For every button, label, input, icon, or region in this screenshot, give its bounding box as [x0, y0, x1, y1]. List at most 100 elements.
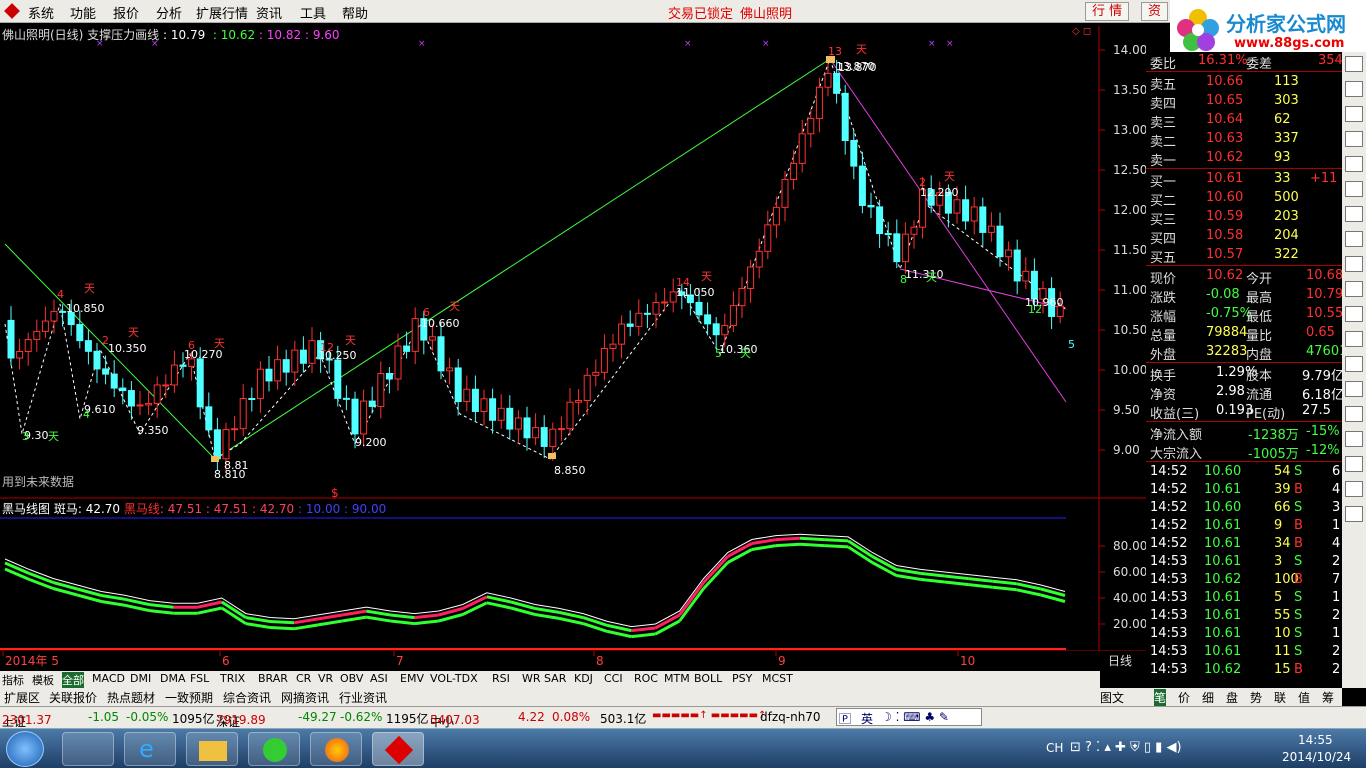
- rsi2-icon[interactable]: [1345, 381, 1363, 397]
- start-button[interactable]: [6, 731, 44, 767]
- menu-ext-quote[interactable]: 扩展行情: [196, 3, 248, 22]
- zoom-plus-button[interactable]: +: [1104, 672, 1113, 685]
- ext-tab[interactable]: 一致预期: [165, 689, 213, 706]
- chart-icon[interactable]: [1345, 181, 1363, 197]
- indicator-tab-psy[interactable]: PSY: [732, 672, 752, 685]
- quote-cell: B: [1294, 518, 1303, 533]
- panel-tab[interactable]: 盘: [1226, 689, 1238, 706]
- panel-tab[interactable]: 细: [1202, 689, 1214, 706]
- indicator-tab-emv[interactable]: EMV: [400, 672, 424, 685]
- candle-body: [815, 86, 823, 120]
- menu-help[interactable]: 帮助: [342, 3, 368, 22]
- indicator-tab-fsl[interactable]: FSL: [190, 672, 209, 685]
- r-icon[interactable]: [1345, 431, 1363, 447]
- panel-tab[interactable]: 筹: [1322, 689, 1334, 706]
- indicator-tab-brar[interactable]: BRAR: [258, 672, 288, 685]
- candle-body: [480, 398, 488, 412]
- mail-icon[interactable]: [1345, 406, 1363, 422]
- indicator-tab-cci[interactable]: CCI: [604, 672, 623, 685]
- indicator-tab-asi[interactable]: ASI: [370, 672, 388, 685]
- indicator-tab-boll[interactable]: BOLL: [694, 672, 722, 685]
- ie-icon[interactable]: e: [124, 732, 176, 766]
- indicator-tab-vr[interactable]: VR: [318, 672, 333, 685]
- ext-tab[interactable]: 综合资讯: [223, 689, 271, 706]
- f10-icon[interactable]: [1345, 306, 1363, 322]
- indicator-tab-roc[interactable]: ROC: [634, 672, 658, 685]
- indicator-tab-dma[interactable]: DMA: [160, 672, 186, 685]
- chart-options-icon[interactable]: ◇ ◻: [1072, 26, 1091, 37]
- rsi-icon[interactable]: [1345, 156, 1363, 172]
- tray-icons[interactable]: ⊡ ? ⁚ ▴ ✚ ⛨ ▯ ▮ ◀): [1070, 740, 1182, 755]
- panel-tab[interactable]: 价: [1178, 689, 1190, 706]
- scroll-up-icon[interactable]: [1345, 56, 1363, 72]
- clock-date[interactable]: 2014/10/24: [1282, 750, 1351, 764]
- indicator-tab-全部[interactable]: 全部: [62, 672, 84, 688]
- ext-tab[interactable]: 网摘资讯: [281, 689, 329, 706]
- taskbar-app-icon[interactable]: [62, 732, 114, 766]
- menu-tools[interactable]: 工具: [300, 3, 326, 22]
- ime-bar[interactable]: 英 🄿 ☽ ⁚ ⌨ ♣ ✎: [836, 708, 982, 726]
- tick-row: 14:52 10.61 9 B 1: [1146, 517, 1342, 536]
- indicator-tab-模板[interactable]: 模板: [32, 672, 54, 688]
- ext-tab[interactable]: 关联报价: [49, 689, 97, 706]
- indicator-tab-cr[interactable]: CR: [296, 672, 311, 685]
- hand-icon[interactable]: [1345, 256, 1363, 272]
- panel-tab[interactable]: 值: [1298, 689, 1310, 706]
- panel-tab[interactable]: 势: [1250, 689, 1262, 706]
- ext-tab[interactable]: 扩展区: [4, 689, 40, 706]
- kline-chart-area[interactable]: 14.00 13.50 13.00 12.50 12.00 11.50 11.00 10.50…: [0, 24, 1147, 684]
- indicator-tab-trix[interactable]: TRIX: [220, 672, 245, 685]
- menu-news[interactable]: 资讯: [256, 3, 282, 22]
- indicator-tab-macd[interactable]: MACD: [92, 672, 125, 685]
- lang-indicator[interactable]: CH: [1046, 741, 1063, 755]
- indicator-tab-kdj[interactable]: KDJ: [574, 672, 593, 685]
- menu-quote[interactable]: 报价: [113, 3, 139, 22]
- count-label: 8: [900, 273, 907, 286]
- firefox-icon[interactable]: [310, 732, 362, 766]
- zoom-icon[interactable]: [1345, 481, 1363, 497]
- a-icon[interactable]: [1345, 281, 1363, 297]
- page-icon[interactable]: [1345, 131, 1363, 147]
- count-label: 天: [856, 43, 867, 56]
- info-button[interactable]: 资: [1141, 2, 1169, 21]
- indicator-tab-sar[interactable]: SAR: [544, 672, 566, 685]
- clock-time[interactable]: 14:55: [1298, 733, 1333, 747]
- folder-icon[interactable]: [186, 732, 238, 766]
- menu-analysis[interactable]: 分析: [156, 3, 182, 22]
- zoom-minus-button[interactable]: -: [1121, 672, 1125, 685]
- scroll-down-icon[interactable]: [1345, 506, 1363, 522]
- list-icon[interactable]: [1345, 81, 1363, 97]
- indicator-tab-mcst[interactable]: MCST: [762, 672, 793, 685]
- doc-icon[interactable]: [1345, 106, 1363, 122]
- ext-tab[interactable]: 行业资讯: [339, 689, 387, 706]
- indicator-tab-rsi[interactable]: RSI: [492, 672, 510, 685]
- indicator-tab-vol-tdx[interactable]: VOL-TDX: [430, 672, 478, 685]
- grid-icon[interactable]: [1345, 206, 1363, 222]
- indicator-tab-wr[interactable]: WR: [522, 672, 541, 685]
- quote-cell: S: [1294, 464, 1303, 479]
- move-icon[interactable]: [1345, 456, 1363, 472]
- indicator-tab-obv[interactable]: OBV: [340, 672, 363, 685]
- ext-tab[interactable]: 热点题材: [107, 689, 155, 706]
- price-tick-label: 9.50: [1113, 403, 1140, 417]
- phone-icon[interactable]: [1345, 356, 1363, 372]
- quote-cell: 10.60: [1206, 190, 1244, 205]
- indicator-tab-指标[interactable]: 指标: [2, 672, 24, 688]
- menu-system[interactable]: 系统: [28, 3, 54, 22]
- quote-button[interactable]: 行 情: [1085, 2, 1130, 21]
- fin-icon[interactable]: [1345, 231, 1363, 247]
- zoom-reset-button[interactable]: 0: [1135, 672, 1142, 685]
- candle-body: [1022, 270, 1030, 282]
- indicator-tab-dmi[interactable]: DMI: [130, 672, 151, 685]
- osc-tick-label: 80.00: [1113, 539, 1146, 553]
- candle-body: [265, 368, 273, 382]
- stat-row: 涨跌 -0.08 最高 10.79: [1146, 286, 1343, 306]
- panel-tab[interactable]: 笔: [1154, 689, 1167, 706]
- stock-app-icon[interactable]: [372, 732, 424, 766]
- chart-canvas[interactable]: 14.00 13.50 13.00 12.50 12.00 11.50 11.00 10.50…: [0, 24, 1147, 684]
- m-icon[interactable]: [1345, 331, 1363, 347]
- indicator-tab-mtm[interactable]: MTM: [664, 672, 690, 685]
- refresh-app-icon[interactable]: [248, 732, 300, 766]
- panel-tab[interactable]: 联: [1274, 689, 1286, 706]
- menu-function[interactable]: 功能: [70, 3, 96, 22]
